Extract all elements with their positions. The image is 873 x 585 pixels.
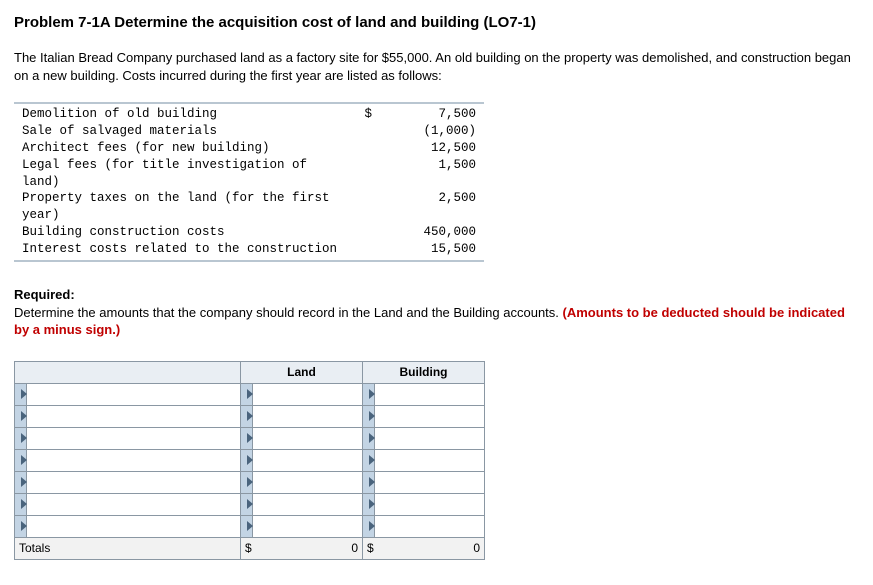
row-land-input[interactable] — [253, 493, 363, 515]
row-desc-input[interactable] — [27, 471, 241, 493]
chevron-right-icon — [247, 499, 253, 509]
row-building-input[interactable] — [375, 405, 485, 427]
chevron-right-icon — [369, 521, 375, 531]
row-land-input[interactable] — [253, 427, 363, 449]
header-blank — [15, 361, 241, 383]
row-land-dropdown[interactable] — [241, 383, 253, 405]
row-building-input[interactable] — [375, 383, 485, 405]
row-desc-dropdown[interactable] — [15, 427, 27, 449]
problem-title: Problem 7-1A Determine the acquisition c… — [14, 14, 859, 31]
chevron-right-icon — [247, 477, 253, 487]
cost-row: Interest costs related to the constructi… — [14, 241, 484, 258]
chevron-right-icon — [21, 455, 27, 465]
chevron-right-icon — [369, 477, 375, 487]
row-building-input[interactable] — [375, 449, 485, 471]
row-land-input[interactable] — [253, 383, 363, 405]
chevron-right-icon — [21, 389, 27, 399]
row-building-input[interactable] — [375, 427, 485, 449]
row-desc-input[interactable] — [27, 493, 241, 515]
chevron-right-icon — [21, 433, 27, 443]
row-desc-dropdown[interactable] — [15, 383, 27, 405]
answer-table: Land Building Totals $0 $0 — [14, 361, 485, 560]
row-land-input[interactable] — [253, 515, 363, 537]
header-building: Building — [363, 361, 485, 383]
chevron-right-icon — [369, 499, 375, 509]
row-land-input[interactable] — [253, 449, 363, 471]
row-land-dropdown[interactable] — [241, 405, 253, 427]
problem-intro: The Italian Bread Company purchased land… — [14, 49, 859, 84]
cost-row: Sale of salvaged materials(1,000) — [14, 123, 484, 140]
row-land-input[interactable] — [253, 405, 363, 427]
chevron-right-icon — [21, 499, 27, 509]
row-land-input[interactable] — [253, 471, 363, 493]
totals-building: $0 — [363, 537, 485, 559]
chevron-right-icon — [369, 411, 375, 421]
row-building-input[interactable] — [375, 515, 485, 537]
row-desc-input[interactable] — [27, 449, 241, 471]
chevron-right-icon — [21, 477, 27, 487]
required-label: Required: — [14, 287, 75, 302]
row-desc-input[interactable] — [27, 515, 241, 537]
row-desc-dropdown[interactable] — [15, 471, 27, 493]
row-desc-dropdown[interactable] — [15, 515, 27, 537]
totals-land: $0 — [241, 537, 363, 559]
chevron-right-icon — [369, 455, 375, 465]
chevron-right-icon — [21, 411, 27, 421]
chevron-right-icon — [247, 411, 253, 421]
row-building-input[interactable] — [375, 493, 485, 515]
cost-row: Architect fees (for new building)12,500 — [14, 140, 484, 157]
row-desc-dropdown[interactable] — [15, 449, 27, 471]
chevron-right-icon — [247, 521, 253, 531]
row-building-dropdown[interactable] — [363, 427, 375, 449]
header-land: Land — [241, 361, 363, 383]
chevron-right-icon — [21, 521, 27, 531]
row-building-input[interactable] — [375, 471, 485, 493]
row-desc-dropdown[interactable] — [15, 405, 27, 427]
row-land-dropdown[interactable] — [241, 471, 253, 493]
row-building-dropdown[interactable] — [363, 493, 375, 515]
row-building-dropdown[interactable] — [363, 405, 375, 427]
required-text: Determine the amounts that the company s… — [14, 305, 563, 320]
cost-row: Legal fees (for title investigation of l… — [14, 157, 484, 191]
row-building-dropdown[interactable] — [363, 515, 375, 537]
chevron-right-icon — [369, 389, 375, 399]
row-building-dropdown[interactable] — [363, 449, 375, 471]
required-block: Required: Determine the amounts that the… — [14, 286, 859, 339]
chevron-right-icon — [247, 389, 253, 399]
row-desc-dropdown[interactable] — [15, 493, 27, 515]
row-desc-input[interactable] — [27, 383, 241, 405]
row-land-dropdown[interactable] — [241, 493, 253, 515]
cost-row: Building construction costs450,000 — [14, 224, 484, 241]
cost-row: Property taxes on the land (for the firs… — [14, 190, 484, 224]
row-land-dropdown[interactable] — [241, 449, 253, 471]
cost-row: Demolition of old building$7,500 — [14, 106, 484, 123]
row-land-dropdown[interactable] — [241, 515, 253, 537]
row-desc-input[interactable] — [27, 405, 241, 427]
chevron-right-icon — [369, 433, 375, 443]
row-land-dropdown[interactable] — [241, 427, 253, 449]
row-building-dropdown[interactable] — [363, 471, 375, 493]
row-building-dropdown[interactable] — [363, 383, 375, 405]
costs-table: Demolition of old building$7,500Sale of … — [14, 102, 484, 262]
totals-label: Totals — [15, 537, 241, 559]
row-desc-input[interactable] — [27, 427, 241, 449]
chevron-right-icon — [247, 433, 253, 443]
chevron-right-icon — [247, 455, 253, 465]
